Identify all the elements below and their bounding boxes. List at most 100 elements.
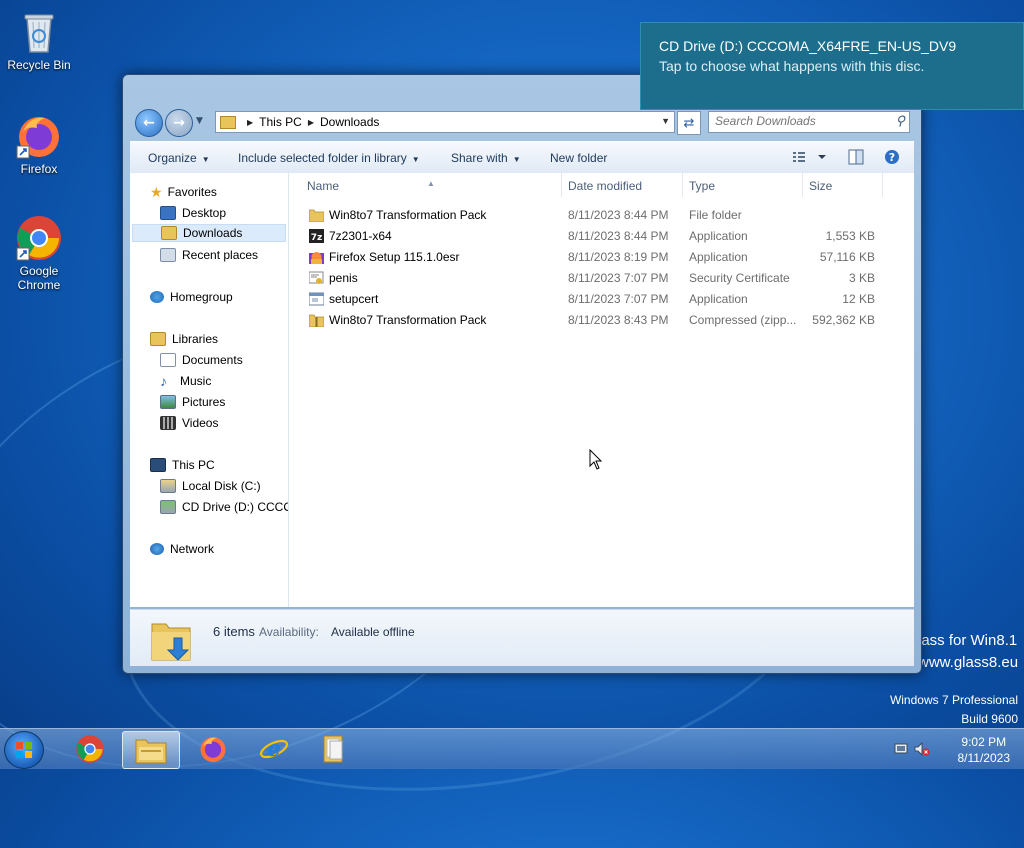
breadcrumb-downloads[interactable]: Downloads bbox=[320, 115, 379, 129]
include-in-library-button[interactable]: Include selected folder in library ▼ bbox=[238, 151, 420, 165]
explorer-content: ★ Favorites Desktop Downloads Recent plac… bbox=[130, 173, 914, 607]
firefox-icon bbox=[15, 112, 63, 160]
start-button[interactable] bbox=[4, 731, 44, 769]
computer-icon bbox=[150, 458, 166, 472]
nav-downloads[interactable]: Downloads bbox=[132, 224, 286, 242]
nav-label: Homegroup bbox=[170, 290, 233, 304]
column-header-size[interactable]: Size bbox=[809, 179, 832, 193]
taskbar: e 9:02 PM 8/11/2023 bbox=[0, 728, 1024, 769]
nav-this-pc[interactable]: This PC bbox=[150, 455, 215, 475]
recycle-bin-icon bbox=[15, 8, 63, 56]
nav-cd-drive[interactable]: CD Drive (D:) CCCOI bbox=[160, 497, 288, 517]
share-with-button[interactable]: Share with ▼ bbox=[451, 151, 521, 165]
file-size: 1,553 KB bbox=[825, 229, 875, 243]
file-size: 12 KB bbox=[842, 292, 875, 306]
breadcrumb-this-pc[interactable]: This PC bbox=[259, 115, 302, 129]
svg-text:?: ? bbox=[889, 151, 895, 164]
desktop-icon-google-chrome[interactable]: Google Chrome bbox=[0, 214, 78, 292]
nav-music[interactable]: ♪ Music bbox=[160, 371, 211, 391]
column-divider[interactable] bbox=[802, 173, 803, 197]
address-history-dropdown-icon[interactable]: ▼ bbox=[661, 116, 670, 126]
availability-value: Available offline bbox=[331, 625, 415, 639]
firefox-installer-icon bbox=[309, 252, 324, 264]
nav-pictures[interactable]: Pictures bbox=[160, 392, 225, 412]
star-icon: ★ bbox=[150, 184, 163, 200]
refresh-button[interactable]: ⇄ bbox=[677, 111, 701, 135]
back-button[interactable]: ← bbox=[135, 109, 163, 137]
file-row[interactable]: Firefox Setup 115.1.0esr 8/11/2023 8:19 … bbox=[289, 247, 884, 268]
preview-pane-button[interactable] bbox=[848, 149, 864, 168]
recent-pages-dropdown[interactable]: ▼ bbox=[196, 116, 203, 126]
clock-date: 8/11/2023 bbox=[957, 751, 1011, 765]
file-row[interactable]: penis 8/11/2023 7:07 PM Security Certifi… bbox=[289, 268, 884, 289]
pictures-icon bbox=[160, 395, 176, 409]
nav-desktop[interactable]: Desktop bbox=[160, 203, 226, 223]
search-input[interactable] bbox=[709, 112, 885, 130]
column-divider[interactable] bbox=[682, 173, 683, 197]
column-header-type[interactable]: Type bbox=[689, 179, 715, 193]
taskbar-chrome[interactable] bbox=[62, 731, 118, 767]
file-date: 8/11/2023 8:44 PM bbox=[568, 208, 669, 222]
file-type: Application bbox=[689, 292, 748, 306]
file-row[interactable]: 7z 7z2301-x64 8/11/2023 8:44 PM Applicat… bbox=[289, 226, 884, 247]
file-name: setupcert bbox=[329, 292, 379, 306]
taskbar-libraries[interactable] bbox=[306, 731, 362, 767]
action-center-flag-icon[interactable] bbox=[894, 742, 910, 756]
chevron-down-icon: ▼ bbox=[512, 155, 521, 164]
search-box[interactable]: ⚲ bbox=[708, 111, 910, 133]
file-row[interactable]: Win8to7 Transformation Pack 8/11/2023 8:… bbox=[289, 205, 884, 226]
nav-network[interactable]: Network bbox=[150, 539, 214, 559]
organize-button[interactable]: Organize ▼ bbox=[148, 151, 210, 165]
chevron-down-icon: ▼ bbox=[201, 155, 210, 164]
nav-homegroup[interactable]: Homegroup bbox=[150, 287, 233, 307]
nav-recent-places[interactable]: Recent places bbox=[160, 245, 258, 265]
taskbar-firefox[interactable] bbox=[185, 731, 241, 767]
help-button[interactable]: ? bbox=[884, 149, 900, 168]
taskbar-internet-explorer[interactable]: e bbox=[246, 731, 302, 767]
nav-label: Pictures bbox=[182, 395, 226, 409]
svg-text:e: e bbox=[267, 736, 281, 762]
nav-documents[interactable]: Documents bbox=[160, 350, 243, 370]
nav-label: Network bbox=[170, 542, 215, 556]
view-list-icon bbox=[793, 152, 826, 162]
firefox-icon bbox=[200, 737, 226, 763]
system-tray: 9:02 PM 8/11/2023 bbox=[884, 729, 1024, 769]
cd-drive-icon bbox=[160, 500, 176, 514]
file-row[interactable]: Win8to7 Transformation Pack 8/11/2023 8:… bbox=[289, 310, 884, 331]
search-icon[interactable]: ⚲ bbox=[895, 113, 905, 129]
column-header-name[interactable]: Name bbox=[307, 179, 339, 193]
folder-icon bbox=[220, 115, 236, 129]
nav-label: Local Disk (C:) bbox=[182, 479, 261, 493]
explorer-window[interactable]: ← → ▼ ▶ This PC ▶ Downloads ▼ ⇄ ⚲ Organi… bbox=[122, 74, 922, 674]
application-icon bbox=[309, 292, 324, 306]
preview-pane-icon bbox=[848, 149, 864, 165]
breadcrumb-arrow-icon[interactable]: ▶ bbox=[308, 118, 314, 127]
autoplay-notification[interactable]: CD Drive (D:) CCCOMA_X64FRE_EN-US_DV9 Ta… bbox=[640, 22, 1024, 110]
libraries-icon bbox=[150, 332, 166, 346]
desktop-icon-recycle-bin[interactable]: Recycle Bin bbox=[0, 8, 78, 72]
column-header-date[interactable]: Date modified bbox=[568, 179, 642, 193]
view-options-button[interactable] bbox=[792, 149, 828, 168]
column-divider[interactable] bbox=[561, 173, 562, 197]
nav-favorites[interactable]: ★ Favorites bbox=[150, 182, 217, 202]
forward-button[interactable]: → bbox=[165, 109, 193, 137]
desktop-icon-firefox[interactable]: Firefox bbox=[0, 112, 78, 176]
file-date: 8/11/2023 7:07 PM bbox=[568, 292, 669, 306]
address-bar[interactable]: ▶ This PC ▶ Downloads ▼ bbox=[215, 111, 675, 133]
breadcrumb-arrow-icon[interactable]: ▶ bbox=[247, 118, 253, 127]
downloads-folder-icon bbox=[161, 226, 177, 240]
taskbar-clock[interactable]: 9:02 PM 8/11/2023 bbox=[958, 734, 1011, 766]
column-divider[interactable] bbox=[882, 173, 883, 197]
nav-local-disk[interactable]: Local Disk (C:) bbox=[160, 476, 261, 496]
zip-folder-icon bbox=[309, 314, 324, 327]
file-list[interactable]: ▲ Name Date modified Type Size Win8to7 T… bbox=[289, 173, 914, 607]
file-row[interactable]: setupcert 8/11/2023 7:07 PM Application … bbox=[289, 289, 884, 310]
taskbar-file-explorer[interactable] bbox=[122, 731, 180, 769]
os-edition: Windows 7 Professional bbox=[889, 693, 1018, 707]
nav-libraries[interactable]: Libraries bbox=[150, 329, 218, 349]
volume-muted-icon[interactable] bbox=[914, 742, 930, 756]
nav-videos[interactable]: Videos bbox=[160, 413, 218, 433]
navigation-pane[interactable]: ★ Favorites Desktop Downloads Recent plac… bbox=[130, 173, 289, 607]
chrome-icon bbox=[15, 214, 63, 262]
new-folder-button[interactable]: New folder bbox=[550, 151, 607, 165]
